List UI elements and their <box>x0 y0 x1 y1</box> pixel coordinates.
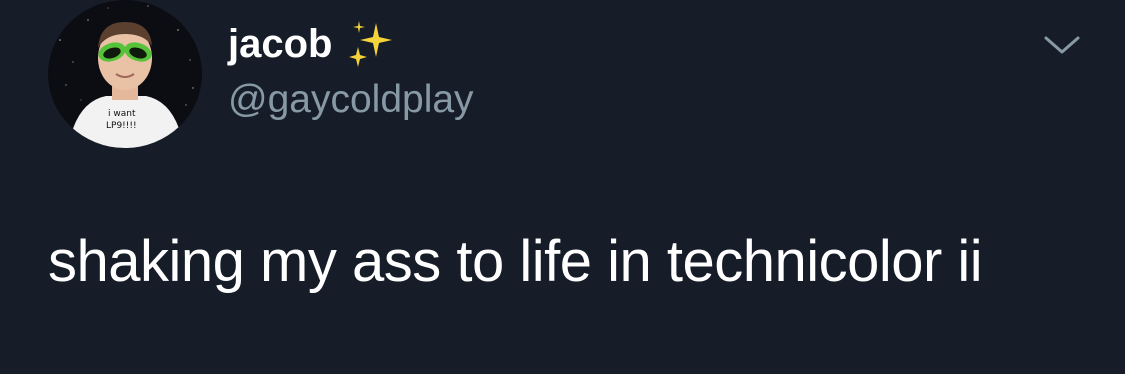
shirt-text-line1: i want <box>108 109 136 119</box>
sparkles-icon <box>346 19 396 69</box>
tweet-text: shaking my ass to life in technicolor ii <box>48 229 983 294</box>
display-name-row[interactable]: jacob <box>228 16 396 72</box>
chevron-down-icon[interactable] <box>1040 30 1084 60</box>
avatar-image: i want LP9!!!! <box>48 0 202 148</box>
shirt-text-line2: LP9!!!! <box>106 121 137 131</box>
user-handle[interactable]: @gaycoldplay <box>228 78 474 122</box>
display-name[interactable]: jacob <box>228 22 332 67</box>
avatar[interactable]: i want LP9!!!! <box>48 0 202 148</box>
tweet-card[interactable]: i want LP9!!!! jacob @gaycoldplay shakin… <box>0 0 1125 374</box>
